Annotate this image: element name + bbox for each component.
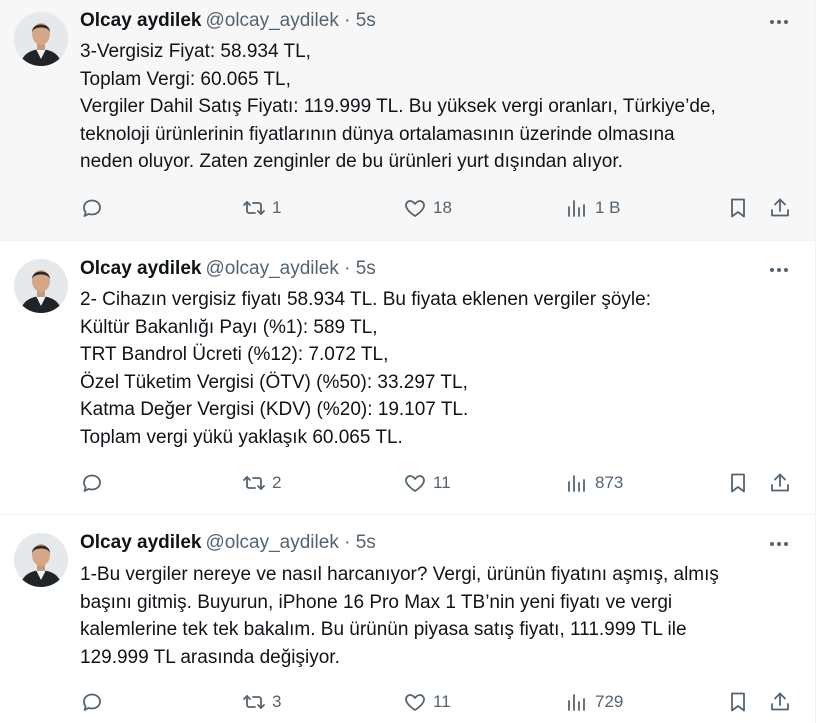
tweet-text-line: 1-Bu vergiler nereye ve nasıl harcanıyor… <box>80 564 719 585</box>
tweet-text-line: neden oluyor. Zaten zenginler de bu ürün… <box>80 151 623 172</box>
like-count: 11 <box>433 692 451 711</box>
like-count: 18 <box>433 198 452 217</box>
like-button[interactable]: 11 <box>403 468 451 498</box>
tweet-text-line: 3-Vergisiz Fiyat: 58.934 TL, <box>80 41 311 62</box>
retweet-count: 3 <box>272 692 282 711</box>
tweet-text-line: 129.999 TL arasında değişiyor. <box>80 646 340 668</box>
retweet-icon <box>243 695 265 709</box>
tweet-text-line: TRT Bandrol Ücreti (%12): 7.072 TL, <box>80 344 389 365</box>
author-name[interactable]: Olcay aydilek <box>80 532 201 553</box>
share-button[interactable] <box>768 193 792 223</box>
more-options-icon[interactable] <box>762 11 796 33</box>
analytics-icon <box>568 200 585 217</box>
retweet-button[interactable]: 1 <box>242 193 281 223</box>
share-button[interactable] <box>768 468 792 498</box>
tweet-text-line: kalemlerine tek tek bakalım. Bu ürünün p… <box>80 619 687 640</box>
heart-icon <box>405 200 425 217</box>
tweet-3[interactable]: Olcay aydilek @olcay_aydilek · 5s 1-Bu ve… <box>0 515 816 723</box>
share-icon <box>771 692 789 711</box>
reply-icon <box>83 199 101 217</box>
view-count: 873 <box>595 473 624 492</box>
share-icon <box>771 198 789 217</box>
tweet-text-line: Toplam Vergi: 60.065 TL, <box>80 68 291 90</box>
share-icon <box>771 473 789 492</box>
tweet-text: 2- Cihazın vergisiz fiyatı 58.934 TL. Bu… <box>80 286 785 451</box>
analytics-icon <box>568 475 585 492</box>
tweet-header: Olcay aydilek @olcay_aydilek · 5s <box>80 258 376 284</box>
tweet-text-line: 2- Cihazın vergisiz fiyatı 58.934 TL. Bu… <box>80 289 651 310</box>
retweet-button[interactable]: 3 <box>242 687 281 717</box>
reply-button[interactable] <box>80 687 110 717</box>
like-count: 11 <box>433 473 451 492</box>
tweet-actions: 1 18 1 B <box>78 193 798 223</box>
bookmark-button[interactable] <box>726 193 750 223</box>
view-count: 1 B <box>595 198 621 217</box>
handle-and-time[interactable]: @olcay_aydilek · 5s <box>205 10 375 31</box>
reply-icon <box>83 693 101 711</box>
tweet-header: Olcay aydilek @olcay_aydilek · 5s <box>80 532 376 558</box>
views-button[interactable]: 873 <box>565 468 623 498</box>
retweet-count: 1 <box>272 198 282 217</box>
profile-photo-icon <box>14 533 68 587</box>
analytics-icon <box>568 694 585 711</box>
view-count: 729 <box>595 692 624 711</box>
bookmark-icon <box>731 692 745 712</box>
tweet-text-line: Katma Değer Vergisi (KDV) (%20): 19.107 … <box>80 399 469 420</box>
avatar[interactable] <box>14 259 68 313</box>
handle-and-time[interactable]: @olcay_aydilek · 5s <box>205 532 375 553</box>
tweet-actions: 3 11 729 <box>78 687 798 717</box>
retweet-icon <box>243 476 265 490</box>
views-button[interactable]: 1 B <box>565 193 621 223</box>
handle-and-time[interactable]: @olcay_aydilek · 5s <box>205 258 375 279</box>
tweet-text-line: Toplam vergi yükü yaklaşık 60.065 TL. <box>80 426 403 448</box>
reply-button[interactable] <box>80 193 110 223</box>
bookmark-button[interactable] <box>726 468 750 498</box>
tweet-text-line: Özel Tüketim Vergisi (ÖTV) (%50): 33.297… <box>80 371 468 393</box>
profile-photo-icon <box>14 259 68 313</box>
avatar[interactable] <box>14 533 68 587</box>
retweet-count: 2 <box>272 473 282 492</box>
like-button[interactable]: 18 <box>403 193 452 223</box>
reply-button[interactable] <box>80 468 110 498</box>
tweet-2[interactable]: Olcay aydilek @olcay_aydilek · 5s 2- Ciha… <box>0 241 816 514</box>
tweet-header: Olcay aydilek @olcay_aydilek · 5s <box>80 10 376 36</box>
bookmark-icon <box>731 198 745 218</box>
views-button[interactable]: 729 <box>565 687 623 717</box>
tweet-text: 1-Bu vergiler nereye ve nasıl harcanıyor… <box>80 561 785 671</box>
tweet-text-line: teknoloji ürünlerinin fiyatlarının dünya… <box>80 123 675 145</box>
retweet-icon <box>243 201 265 215</box>
like-button[interactable]: 11 <box>403 687 451 717</box>
reply-icon <box>83 474 101 492</box>
heart-icon <box>405 694 425 711</box>
tweet-text-line: başını gitmiş. Buyurun, iPhone 16 Pro Ma… <box>80 591 673 613</box>
tweet-1[interactable]: Olcay aydilek @olcay_aydilek · 5s 3-Vergi… <box>0 0 816 240</box>
tweet-actions: 2 11 873 <box>78 468 798 498</box>
avatar[interactable] <box>14 12 68 66</box>
share-button[interactable] <box>768 687 792 717</box>
bookmark-icon <box>731 473 745 493</box>
more-options-icon[interactable] <box>762 533 796 555</box>
tweet-text-line: Kültür Bakanlığı Payı (%1): 589 TL, <box>80 316 378 338</box>
retweet-button[interactable]: 2 <box>242 468 281 498</box>
heart-icon <box>405 475 425 492</box>
author-name[interactable]: Olcay aydilek <box>80 10 201 31</box>
author-name[interactable]: Olcay aydilek <box>80 258 201 279</box>
more-options-icon[interactable] <box>762 259 796 281</box>
tweet-text: 3-Vergisiz Fiyat: 58.934 TL, Toplam Verg… <box>80 38 785 176</box>
tweet-text-line: Vergiler Dahil Satış Fiyatı: 119.999 TL.… <box>80 96 716 117</box>
profile-photo-icon <box>14 12 68 66</box>
bookmark-button[interactable] <box>726 687 750 717</box>
